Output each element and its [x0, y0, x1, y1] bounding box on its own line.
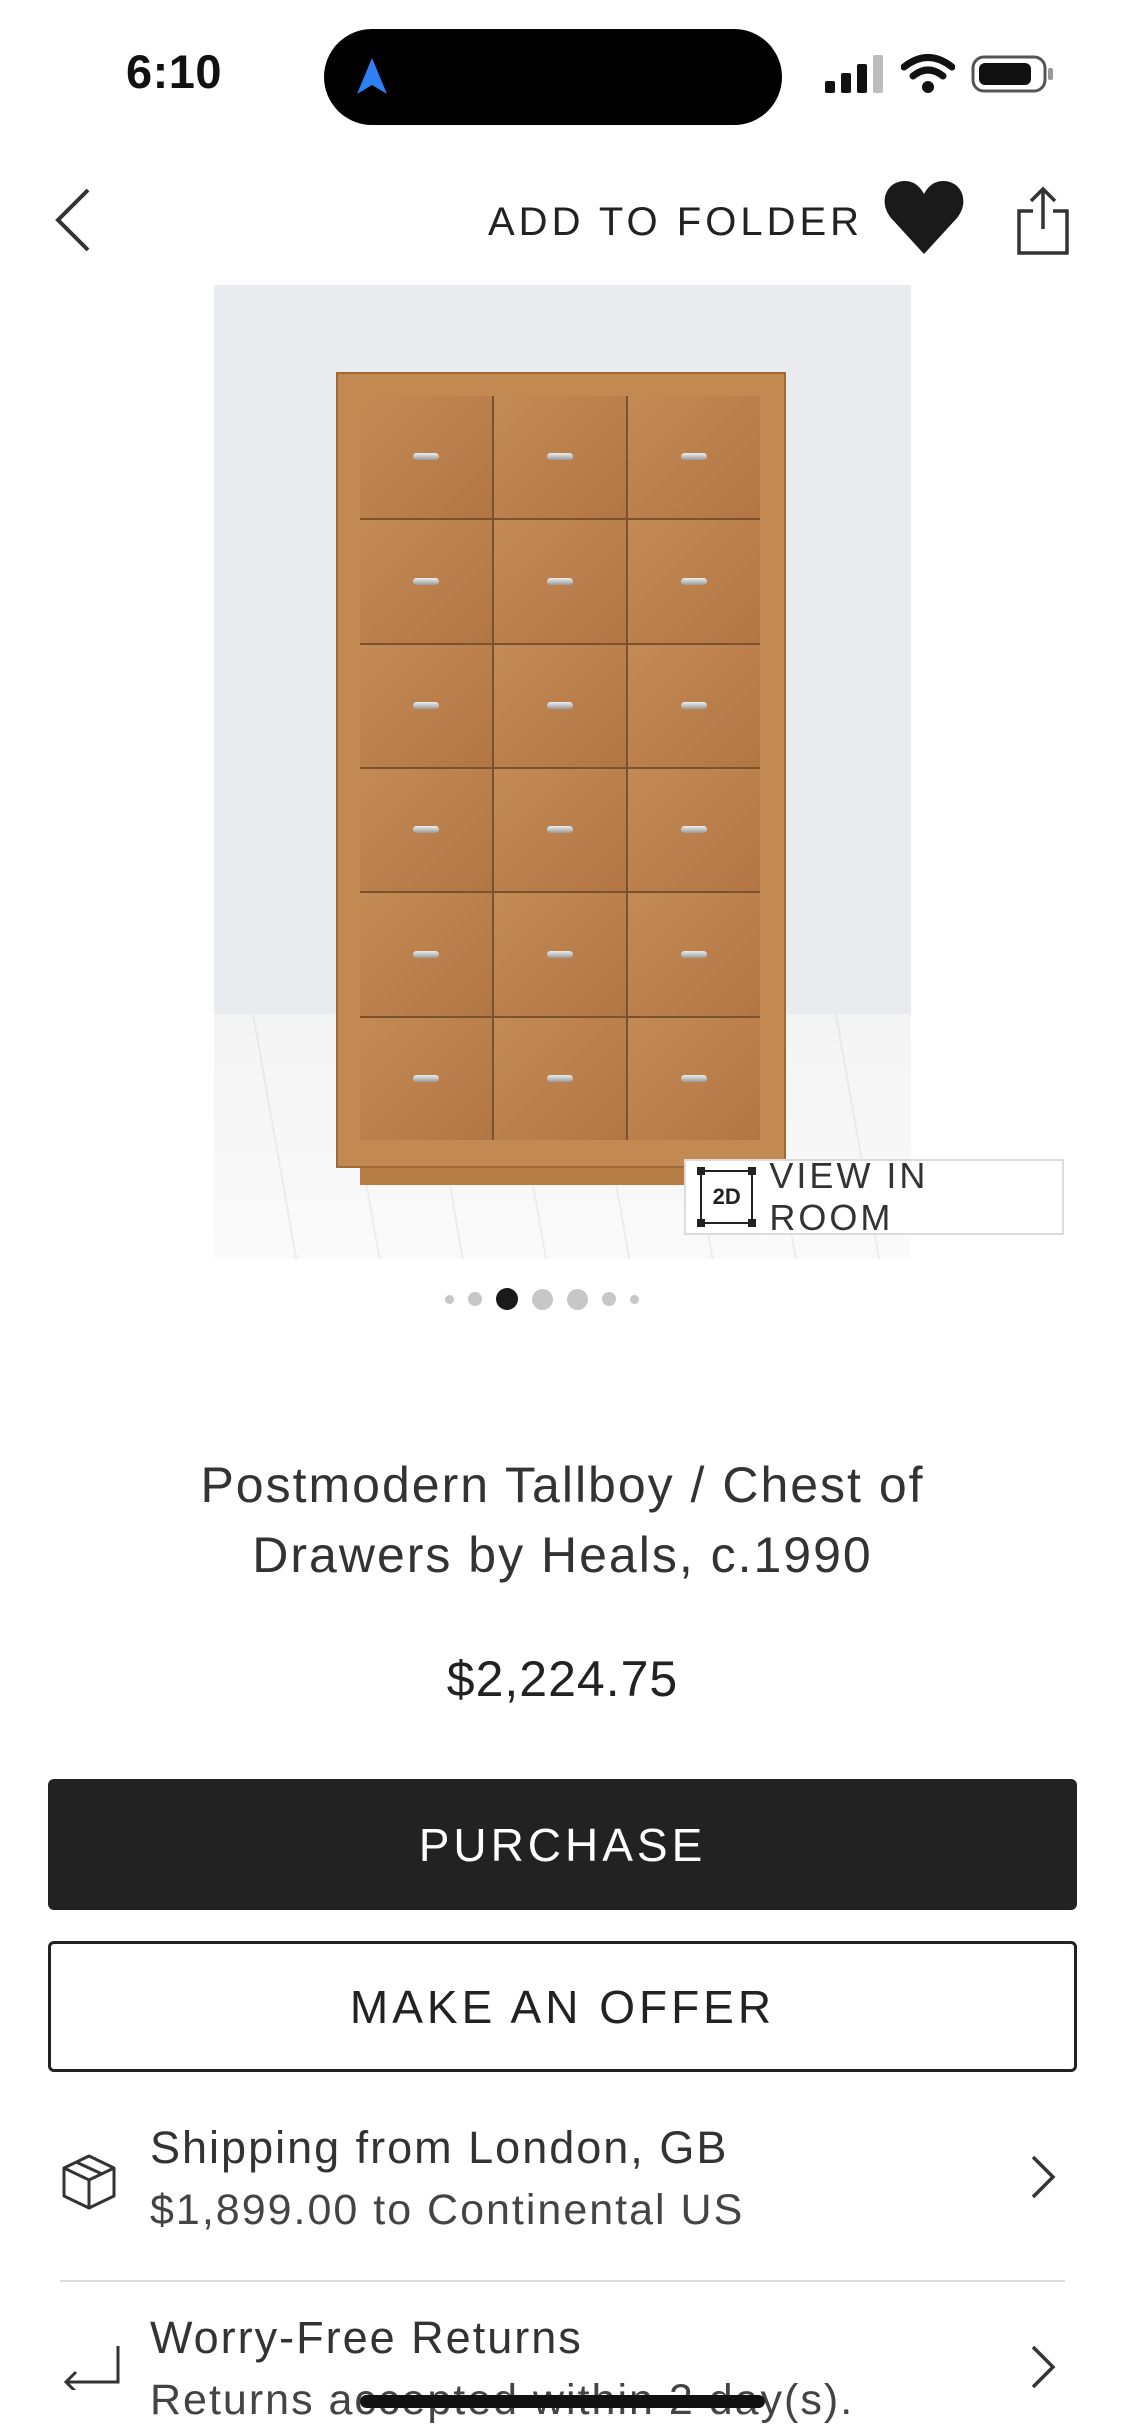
heart-icon[interactable]: [884, 180, 964, 256]
shipping-subtitle: $1,899.00 to Continental US: [150, 2186, 745, 2234]
drawer: [494, 893, 626, 1016]
drawer: [360, 769, 492, 892]
chevron-right-icon: [1031, 2155, 1056, 2199]
pagination-dot[interactable]: [445, 1294, 454, 1304]
view-in-room-2d-icon: 2D: [697, 1167, 757, 1227]
drawer: [494, 396, 626, 519]
product-price: $2,224.75: [446, 1651, 679, 1707]
pagination-dot[interactable]: [630, 1294, 639, 1304]
return-arrow-icon: [63, 2346, 120, 2390]
product-title: Postmodern Tallboy / Chest of Drawers by…: [200, 1457, 925, 1583]
purchase-button[interactable]: PURCHASE: [48, 1779, 1077, 1910]
wifi-icon: [901, 54, 955, 93]
status-icons: [825, 54, 1055, 94]
row-divider: [60, 2280, 1065, 2282]
drawer: [494, 644, 626, 767]
pagination-dot[interactable]: [567, 1288, 588, 1310]
home-indicator: [360, 2395, 765, 2408]
drawer: [628, 769, 760, 892]
location-arrow-icon: [357, 58, 387, 94]
returns-row[interactable]: Worry-Free Returns Returns accepted with…: [48, 2290, 1077, 2436]
drawer: [628, 893, 760, 1016]
pagination-dot[interactable]: [532, 1288, 553, 1310]
image-pagination-dots[interactable]: [445, 1288, 639, 1310]
drawer: [360, 396, 492, 519]
shipping-row[interactable]: Shipping from London, GB $1,899.00 to Co…: [48, 2100, 1077, 2270]
drawer: [360, 893, 492, 1016]
share-icon[interactable]: [1015, 185, 1071, 257]
battery-icon: [971, 55, 1053, 93]
pagination-dot-active[interactable]: [496, 1288, 518, 1310]
box-icon: [62, 2154, 116, 2210]
drawer: [494, 1017, 626, 1140]
cellular-signal-icon: [825, 55, 883, 93]
chevron-right-icon: [1031, 2345, 1056, 2389]
drawer: [628, 396, 760, 519]
make-offer-button[interactable]: MAKE AN OFFER: [48, 1941, 1077, 2072]
add-to-folder-button[interactable]: ADD TO FOLDER: [488, 200, 863, 245]
drawer: [628, 644, 760, 767]
drawer: [628, 520, 760, 643]
pagination-dot[interactable]: [602, 1292, 616, 1306]
drawer-grid: [360, 396, 760, 1140]
view-in-room-label: VIEW IN ROOM: [769, 1155, 929, 1238]
status-time: 6:10: [126, 45, 223, 98]
drawer: [494, 769, 626, 892]
view-in-room-badge: 2D: [712, 1184, 741, 1209]
drawer: [628, 1017, 760, 1140]
product-image[interactable]: [214, 285, 911, 1259]
returns-title: Worry-Free Returns: [150, 2312, 583, 2363]
chest-of-drawers-image: [336, 372, 786, 1168]
drawer: [360, 1017, 492, 1140]
drawer: [494, 520, 626, 643]
dynamic-island: [324, 29, 782, 125]
back-chevron-icon[interactable]: [50, 185, 100, 255]
drawer: [360, 520, 492, 643]
drawer: [360, 644, 492, 767]
shipping-title: Shipping from London, GB: [150, 2122, 729, 2173]
pagination-dot[interactable]: [468, 1292, 482, 1306]
view-in-room-button[interactable]: 2D VIEW IN ROOM: [684, 1155, 1064, 1238]
